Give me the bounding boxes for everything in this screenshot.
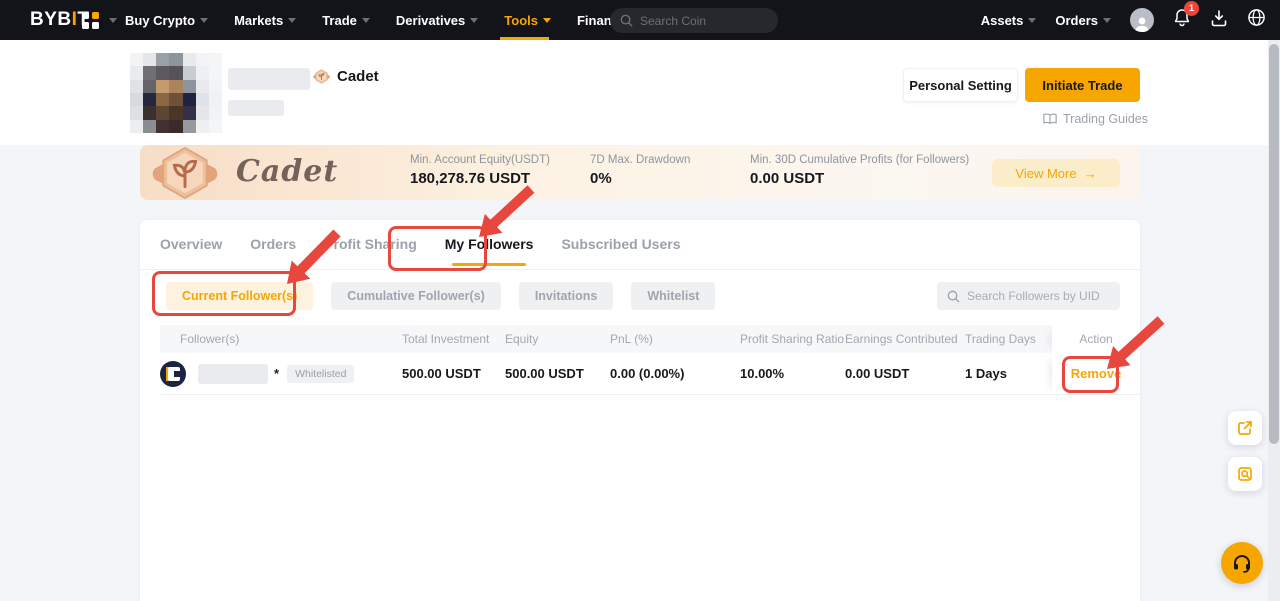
followers-panel: Overview Orders Profit Sharing My Follow… — [140, 220, 1140, 601]
book-icon — [1043, 113, 1057, 125]
subtab-invitations[interactable]: Invitations — [519, 282, 614, 310]
inspect-orders-button[interactable] — [1228, 457, 1262, 491]
col-pnl: PnL (%) — [610, 325, 740, 353]
chevron-down-icon — [1103, 18, 1111, 23]
tab-my-followers[interactable]: My Followers — [445, 236, 534, 266]
account-avatar[interactable] — [1130, 8, 1154, 32]
search-icon — [947, 290, 960, 303]
view-more-button[interactable]: View More→ — [992, 159, 1120, 187]
headset-icon — [1231, 552, 1253, 574]
remove-button[interactable]: Remove — [1071, 366, 1122, 381]
search-followers-input[interactable]: Search Followers by UID — [937, 282, 1120, 310]
equity-value: 500.00 USDT — [505, 353, 610, 394]
nav-item-orders[interactable]: Orders — [1055, 13, 1111, 28]
subtab-current-followers[interactable]: Current Follower(s) — [166, 282, 313, 310]
star-marker: * — [274, 366, 279, 381]
download-icon — [1210, 9, 1228, 27]
subtab-bar: Current Follower(s) Cumulative Follower(… — [166, 282, 715, 310]
chevron-down-icon — [543, 18, 551, 23]
tab-profit-sharing[interactable]: Profit Sharing — [324, 236, 417, 266]
col-followers: Follower(s) — [160, 325, 402, 353]
tab-orders[interactable]: Orders — [250, 236, 296, 266]
subtab-whitelist[interactable]: Whitelist — [631, 282, 715, 310]
bybit-logo[interactable]: BYBIT — [30, 9, 90, 31]
stat-value: 180,278.76 USDT — [410, 170, 550, 187]
profile-level-label: Cadet — [337, 68, 379, 85]
level-banner: Cadet Min. Account Equity(USDT) 180,278.7… — [140, 145, 1140, 200]
stat-label: 7D Max. Drawdown — [590, 154, 690, 166]
table-header: Follower(s) Total Investment Equity PnL … — [160, 325, 1140, 353]
top-nav: BYBIT Buy Crypto Markets Trade Derivativ… — [0, 0, 1280, 40]
trading-guides-link[interactable]: Trading Guides — [1043, 112, 1148, 126]
download-app-button[interactable] — [1210, 9, 1228, 32]
tab-bar: Overview Orders Profit Sharing My Follow… — [160, 236, 681, 266]
col-earnings-contributed: Earnings Contributed — [845, 325, 965, 353]
whitelisted-badge: Whitelisted — [287, 365, 354, 383]
chevron-down-icon — [470, 18, 478, 23]
profile-header: Cadet Personal Setting Initiate Trade Tr… — [0, 40, 1280, 145]
scrollbar-thumb[interactable] — [1269, 44, 1279, 444]
redacted-username — [228, 68, 310, 90]
search-icon — [620, 14, 633, 27]
col-equity: Equity — [505, 325, 610, 353]
language-button[interactable] — [1247, 8, 1266, 32]
tab-subscribed-users[interactable]: Subscribed Users — [561, 236, 680, 266]
pixelated-avatar — [130, 53, 222, 133]
nav-item-trade[interactable]: Trade — [322, 0, 370, 40]
stat-label: Min. 30D Cumulative Profits (for Followe… — [750, 154, 969, 166]
search-coin-placeholder: Search Coin — [640, 14, 706, 28]
scrollbar-track[interactable] — [1268, 40, 1280, 601]
nav-item-buy-crypto[interactable]: Buy Crypto — [125, 0, 208, 40]
share-button[interactable] — [1228, 411, 1262, 445]
pnl-value: 0.00 (0.00%) — [610, 353, 740, 394]
chevron-down-icon — [288, 18, 296, 23]
stat-value: 0.00 USDT — [750, 170, 969, 187]
col-trading-days: Trading Days — [965, 325, 1052, 353]
search-coin-input[interactable]: Search Coin — [610, 8, 778, 33]
col-profit-sharing-ratio: Profit Sharing Ratio — [740, 325, 845, 353]
follower-avatar — [160, 361, 186, 387]
redacted-follower-name — [198, 364, 268, 384]
user-icon — [1133, 16, 1151, 32]
col-total-investment: Total Investment — [402, 325, 505, 353]
nav-item-derivatives[interactable]: Derivatives — [396, 0, 478, 40]
search-followers-placeholder: Search Followers by UID — [967, 289, 1100, 303]
level-title: Cadet — [236, 154, 338, 189]
subtab-cumulative-followers[interactable]: Cumulative Follower(s) — [331, 282, 501, 310]
nav-item-markets[interactable]: Markets — [234, 0, 296, 40]
redacted-uid — [228, 100, 284, 116]
customer-support-button[interactable] — [1221, 542, 1263, 584]
chevron-down-icon — [362, 18, 370, 23]
stat-value: 0% — [590, 170, 690, 187]
notifications-button[interactable]: 1 — [1173, 8, 1191, 32]
cadet-badge-icon — [312, 68, 331, 85]
external-link-icon — [1236, 419, 1254, 437]
chevron-down-icon — [109, 18, 117, 23]
globe-icon — [1247, 8, 1266, 27]
arrow-right-icon: → — [1084, 166, 1097, 181]
notification-count-badge: 1 — [1184, 1, 1199, 16]
profit-sharing-ratio-value: 10.00% — [740, 353, 845, 394]
col-action: Action — [1052, 325, 1140, 353]
trading-days-value: 1 Days — [965, 353, 1052, 394]
nav-item-tools[interactable]: Tools — [504, 0, 551, 40]
chevron-down-icon — [1028, 18, 1036, 23]
total-investment-value: 500.00 USDT — [402, 353, 505, 394]
personal-setting-button[interactable]: Personal Setting — [903, 68, 1018, 102]
table-row: * Whitelisted 500.00 USDT 500.00 USDT 0.… — [160, 353, 1140, 395]
cadet-badge-large-icon — [148, 146, 222, 200]
stat-label: Min. Account Equity(USDT) — [410, 154, 550, 166]
tab-overview[interactable]: Overview — [160, 236, 222, 266]
document-search-icon — [1236, 465, 1254, 483]
chevron-down-icon — [200, 18, 208, 23]
nav-item-assets[interactable]: Assets — [981, 13, 1037, 28]
divider — [140, 269, 1140, 270]
initiate-trade-button[interactable]: Initiate Trade — [1025, 68, 1140, 102]
apps-grid-icon[interactable] — [82, 12, 99, 29]
earnings-contributed-value: 0.00 USDT — [845, 353, 965, 394]
